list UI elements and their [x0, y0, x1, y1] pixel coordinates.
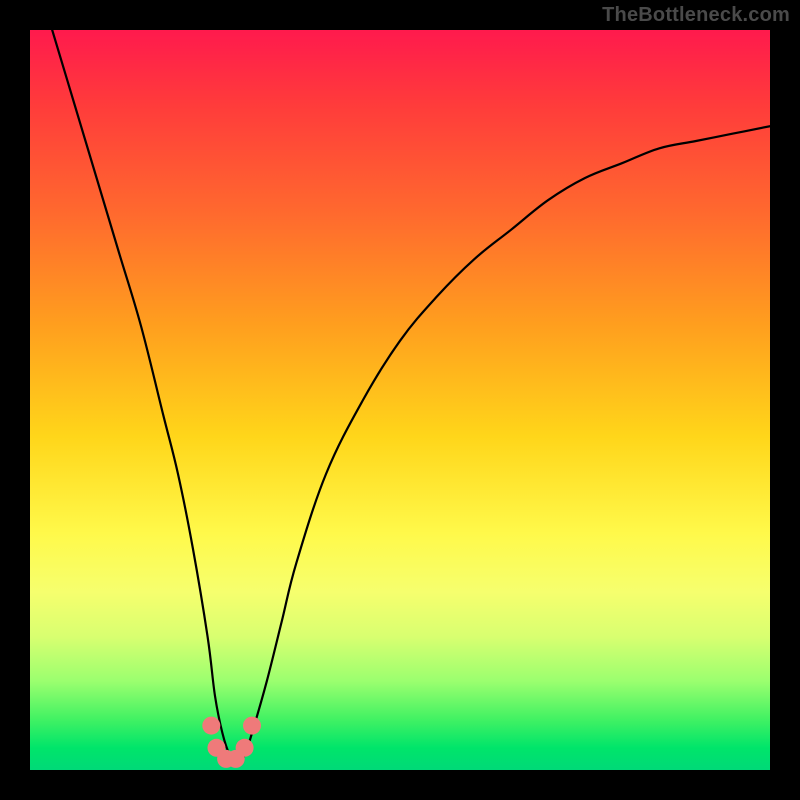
trough-markers: [202, 717, 261, 768]
chart-svg: [30, 30, 770, 770]
chart-frame: TheBottleneck.com: [0, 0, 800, 800]
trough-dot: [243, 717, 261, 735]
curve-line: [52, 30, 770, 763]
trough-dot: [202, 717, 220, 735]
plot-area: [30, 30, 770, 770]
trough-dot: [236, 739, 254, 757]
watermark-label: TheBottleneck.com: [602, 4, 790, 27]
